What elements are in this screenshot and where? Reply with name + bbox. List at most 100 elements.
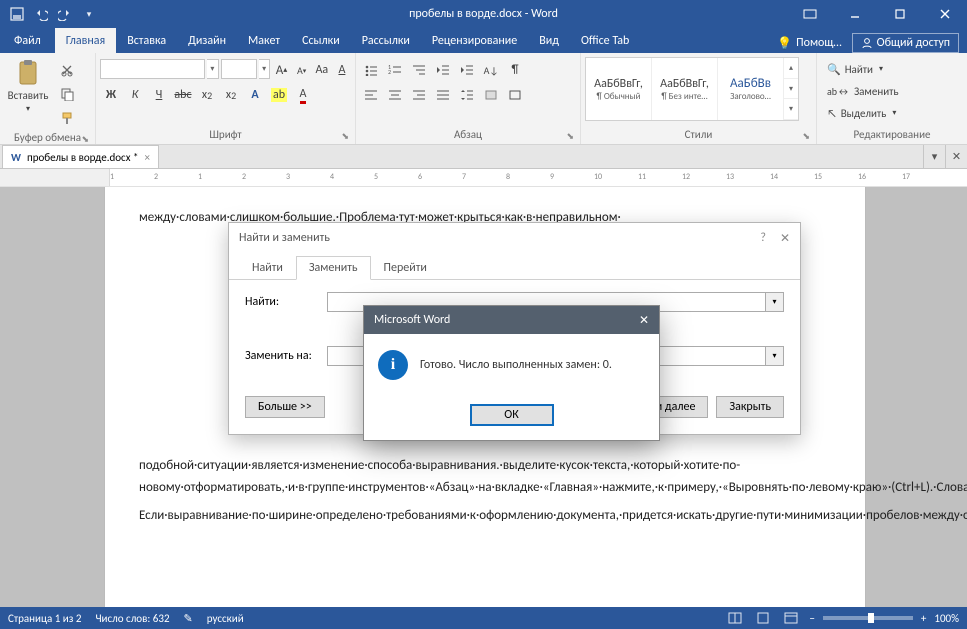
- styles-launcher-icon[interactable]: ⬊: [802, 131, 810, 142]
- highlight-icon[interactable]: ab: [268, 84, 290, 106]
- change-case-icon[interactable]: Aa: [313, 59, 331, 81]
- ruler[interactable]: 121234567891011121314151617: [0, 169, 967, 187]
- status-page[interactable]: Страница 1 из 2: [8, 612, 81, 625]
- italic-icon[interactable]: К: [124, 84, 146, 106]
- strike-icon[interactable]: abc: [172, 84, 194, 106]
- format-painter-icon[interactable]: [56, 107, 78, 129]
- close-dialog-button[interactable]: Закрыть: [716, 396, 784, 418]
- align-center-icon[interactable]: [384, 84, 406, 106]
- gallery-down-icon[interactable]: ▾: [784, 79, 798, 100]
- align-left-icon[interactable]: [360, 84, 382, 106]
- redo-icon[interactable]: [54, 3, 76, 25]
- zoom-slider[interactable]: [823, 616, 913, 620]
- chevron-down-icon[interactable]: ▾: [766, 346, 784, 366]
- font-name-input[interactable]: [100, 59, 205, 79]
- align-justify-icon[interactable]: [432, 84, 454, 106]
- zoom-out-icon[interactable]: −: [809, 612, 814, 625]
- paste-button[interactable]: Вставить ▾: [4, 55, 52, 114]
- numbering-icon[interactable]: 12: [384, 59, 406, 81]
- clipboard-icon: [14, 59, 42, 87]
- print-layout-icon[interactable]: [753, 609, 773, 627]
- select-button[interactable]: ↖Выделить▾: [827, 103, 899, 123]
- tab-officetab[interactable]: Office Tab: [570, 28, 640, 53]
- dlg-tab-goto[interactable]: Перейти: [371, 256, 440, 280]
- dlg-tab-find[interactable]: Найти: [239, 256, 296, 280]
- clipboard-group-label: Буфер обмена: [14, 131, 81, 144]
- replace-button[interactable]: ab↔Заменить: [827, 81, 899, 101]
- shrink-font-icon[interactable]: A▾: [293, 59, 311, 81]
- bullets-icon[interactable]: [360, 59, 382, 81]
- qat-customize-icon[interactable]: ▾: [78, 3, 100, 25]
- spellcheck-icon[interactable]: ✎: [184, 612, 193, 625]
- ribbon-display-icon[interactable]: [787, 0, 832, 28]
- web-layout-icon[interactable]: [781, 609, 801, 627]
- font-launcher-icon[interactable]: ⬊: [341, 131, 349, 142]
- grow-font-icon[interactable]: A▴: [272, 59, 290, 81]
- tab-insert[interactable]: Вставка: [116, 28, 177, 53]
- doctabs-menu-icon[interactable]: ▾: [923, 145, 945, 168]
- copy-icon[interactable]: [56, 83, 78, 105]
- help-icon[interactable]: ?: [760, 231, 766, 246]
- font-color-icon[interactable]: A: [292, 84, 314, 106]
- tab-references[interactable]: Ссылки: [291, 28, 351, 53]
- more-button[interactable]: Больше >>: [245, 396, 325, 418]
- pilcrow-icon[interactable]: ¶: [504, 59, 526, 81]
- subscript-icon[interactable]: x2: [196, 84, 218, 106]
- minimize-icon[interactable]: [832, 0, 877, 28]
- chevron-down-icon[interactable]: ▾: [259, 59, 271, 79]
- style-heading1[interactable]: АаБбВвЗаголово…: [718, 58, 784, 120]
- clear-format-icon[interactable]: A: [333, 59, 351, 81]
- zoom-in-icon[interactable]: +: [921, 612, 926, 625]
- tab-home[interactable]: Главная: [55, 28, 116, 53]
- font-size-input[interactable]: [221, 59, 257, 79]
- sort-icon[interactable]: A↓: [480, 59, 502, 81]
- tab-file[interactable]: Файл: [0, 28, 55, 53]
- paragraph-launcher-icon[interactable]: ⬊: [566, 131, 574, 142]
- close-msgbox-icon[interactable]: ✕: [639, 313, 649, 328]
- close-icon[interactable]: [922, 0, 967, 28]
- tab-review[interactable]: Рецензирование: [421, 28, 528, 53]
- status-zoom[interactable]: 100%: [934, 612, 959, 625]
- chevron-down-icon[interactable]: ▾: [207, 59, 219, 79]
- maximize-icon[interactable]: [877, 0, 922, 28]
- superscript-icon[interactable]: x2: [220, 84, 242, 106]
- find-button[interactable]: 🔍Найти▾: [827, 59, 899, 79]
- close-tab-icon[interactable]: ×: [144, 151, 149, 164]
- gallery-up-icon[interactable]: ▴: [784, 58, 798, 79]
- align-right-icon[interactable]: [408, 84, 430, 106]
- multilevel-icon[interactable]: [408, 59, 430, 81]
- read-mode-icon[interactable]: [725, 609, 745, 627]
- shading-icon[interactable]: [480, 84, 502, 106]
- undo-icon[interactable]: [30, 3, 52, 25]
- tell-me[interactable]: 💡 Помощ…: [777, 36, 841, 51]
- bold-icon[interactable]: Ж: [100, 84, 122, 106]
- style-normal[interactable]: АаБбВвГг,¶ Обычный: [586, 58, 652, 120]
- share-button[interactable]: Общий доступ: [852, 33, 959, 53]
- outdent-icon[interactable]: [432, 59, 454, 81]
- tab-view[interactable]: Вид: [528, 28, 570, 53]
- doctabs-close-icon[interactable]: ✕: [945, 145, 967, 168]
- doctab-active[interactable]: W пробелы в ворде.docx * ×: [2, 145, 159, 168]
- gallery-more-icon[interactable]: ▾: [784, 99, 798, 120]
- borders-icon[interactable]: [504, 84, 526, 106]
- status-lang[interactable]: русский: [207, 612, 244, 625]
- status-words[interactable]: Число слов: 632: [95, 612, 169, 625]
- tab-design[interactable]: Дизайн: [177, 28, 237, 53]
- ok-button[interactable]: ОК: [470, 404, 554, 426]
- dlg-tab-replace[interactable]: Заменить: [296, 256, 371, 280]
- line-spacing-icon[interactable]: [456, 84, 478, 106]
- cut-icon[interactable]: [56, 59, 78, 81]
- tab-mailings[interactable]: Рассылки: [351, 28, 421, 53]
- close-dialog-icon[interactable]: ✕: [780, 231, 790, 246]
- styles-gallery[interactable]: АаБбВвГг,¶ Обычный АаБбВвГг,¶ Без инте… …: [585, 57, 799, 121]
- doc-paragraph: подобной·ситуации·является·изменение·спо…: [139, 455, 831, 499]
- save-icon[interactable]: [6, 3, 28, 25]
- tab-layout[interactable]: Макет: [237, 28, 291, 53]
- styles-group-label: Стили: [685, 128, 713, 141]
- chevron-down-icon[interactable]: ▾: [766, 292, 784, 312]
- underline-icon[interactable]: Ч: [148, 84, 170, 106]
- clipboard-launcher-icon[interactable]: ⬊: [81, 134, 89, 145]
- indent-icon[interactable]: [456, 59, 478, 81]
- style-no-spacing[interactable]: АаБбВвГг,¶ Без инте…: [652, 58, 718, 120]
- text-effects-icon[interactable]: A: [244, 84, 266, 106]
